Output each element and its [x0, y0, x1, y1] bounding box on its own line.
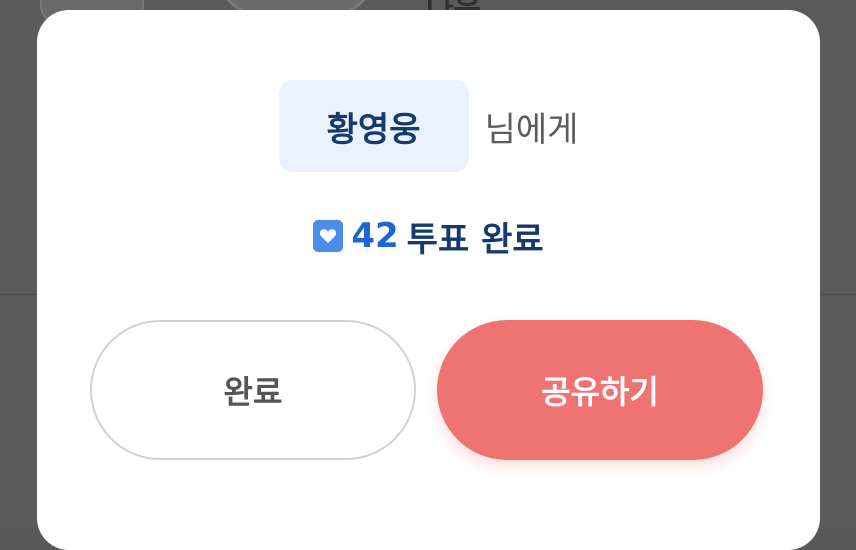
vote-complete-dialog: 황영웅 님에게 42 투표 완료 완료 공유하기 — [37, 10, 820, 550]
vote-label: 투표 완료 — [406, 219, 544, 260]
heart-ticket-icon — [313, 220, 344, 252]
recipient-name-chip: 황영웅 — [278, 80, 469, 172]
share-button[interactable]: 공유하기 — [437, 320, 763, 460]
recipient-row: 황영웅 님에게 — [37, 80, 820, 172]
recipient-suffix: 님에게 — [484, 109, 579, 150]
heart-icon — [320, 229, 337, 243]
vote-status: 42 투표 완료 — [37, 208, 820, 264]
vote-count: 42 — [351, 216, 399, 256]
done-button[interactable]: 완료 — [90, 320, 416, 460]
